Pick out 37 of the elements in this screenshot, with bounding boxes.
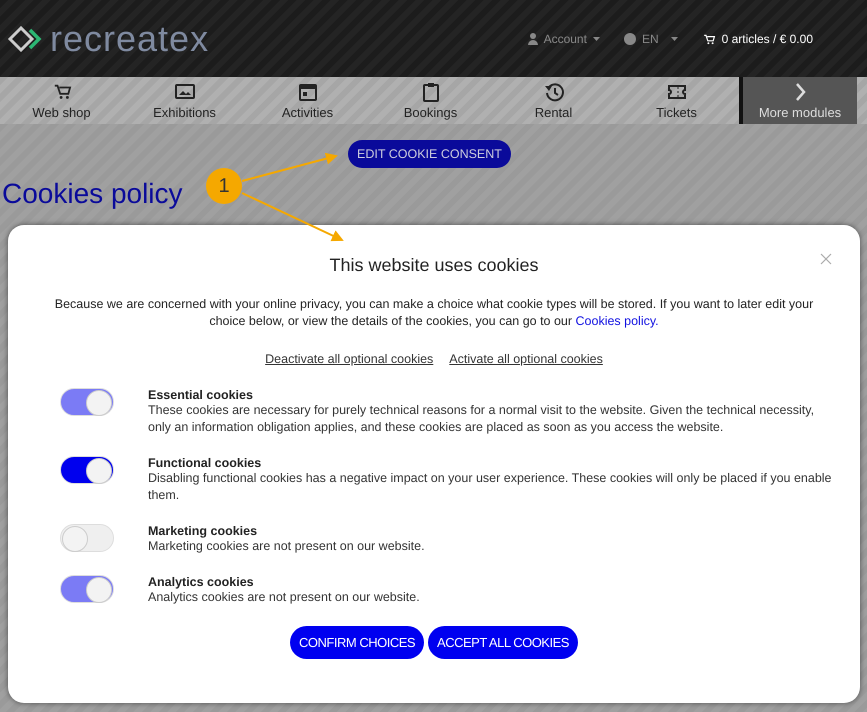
toggle-switch[interactable] bbox=[60, 456, 114, 484]
language-menu[interactable]: EN bbox=[624, 32, 678, 46]
nav-tab[interactable]: Activities bbox=[246, 77, 369, 124]
logo-icon bbox=[8, 26, 44, 52]
option-title: Marketing cookies bbox=[148, 524, 258, 538]
consent-button[interactable]: CONFIRM CHOICES bbox=[290, 626, 424, 659]
logo-text[interactable]: recreatex bbox=[50, 18, 210, 60]
option-title: Functional cookies bbox=[148, 456, 262, 470]
consent-button[interactable]: ACCEPT ALL COOKIES bbox=[428, 626, 578, 659]
toggle-all-link[interactable]: Deactivate all optional cookies bbox=[265, 352, 434, 366]
dialog-title: This website uses cookies bbox=[328, 255, 540, 276]
toggle-all-link[interactable]: Activate all optional cookies bbox=[449, 352, 603, 366]
option-description: Disabling functional cookies has a negative impact on your user experience. These cookies will only be placed if you enable them. bbox=[148, 470, 832, 504]
option-description: These cookies are necessary for purely technical reasons for a normal visit to the website. Given the technical necessity, only an information obligation applies, and these cookies are placed as soon as you access the website. bbox=[148, 402, 816, 436]
caret-icon bbox=[670, 36, 678, 40]
nav-tab[interactable]: Tickets bbox=[615, 77, 738, 124]
nav-tab[interactable]: Web shop bbox=[0, 77, 123, 124]
calendar-icon bbox=[296, 81, 318, 103]
close-icon[interactable] bbox=[820, 253, 832, 265]
account-menu[interactable]: Account bbox=[528, 32, 600, 46]
user-icon bbox=[528, 32, 538, 44]
nav-tab[interactable]: Bookings bbox=[369, 77, 492, 124]
nav-tab[interactable]: Rental bbox=[492, 77, 615, 124]
option-description: Analytics cookies are not present on our website. bbox=[148, 589, 420, 606]
caret-icon bbox=[592, 36, 600, 40]
option-title: Essential cookies bbox=[148, 388, 254, 402]
option-description: Marketing cookies are not present on our website. bbox=[148, 538, 425, 555]
cookies-policy-link[interactable]: Cookies policy. bbox=[576, 314, 659, 328]
intro-text: Because we are concerned with your online privacy, you can make a choice what cookie types will be stored. If you want to later edit your choice below, or view the details of the cookies, you can go to our Cookies policy. bbox=[54, 296, 814, 330]
edit-consent-button[interactable]: EDIT COOKIE CONSENT bbox=[348, 140, 511, 168]
cart-icon bbox=[702, 32, 716, 44]
cart-link[interactable]: 0 articles / € 0.00 bbox=[702, 32, 813, 46]
nav-tab[interactable]: Exhibitions bbox=[123, 77, 246, 124]
globe-icon bbox=[624, 32, 636, 44]
history-icon bbox=[542, 81, 564, 103]
page-title: Cookies policy bbox=[2, 178, 183, 210]
option-title: Analytics cookies bbox=[148, 575, 255, 589]
